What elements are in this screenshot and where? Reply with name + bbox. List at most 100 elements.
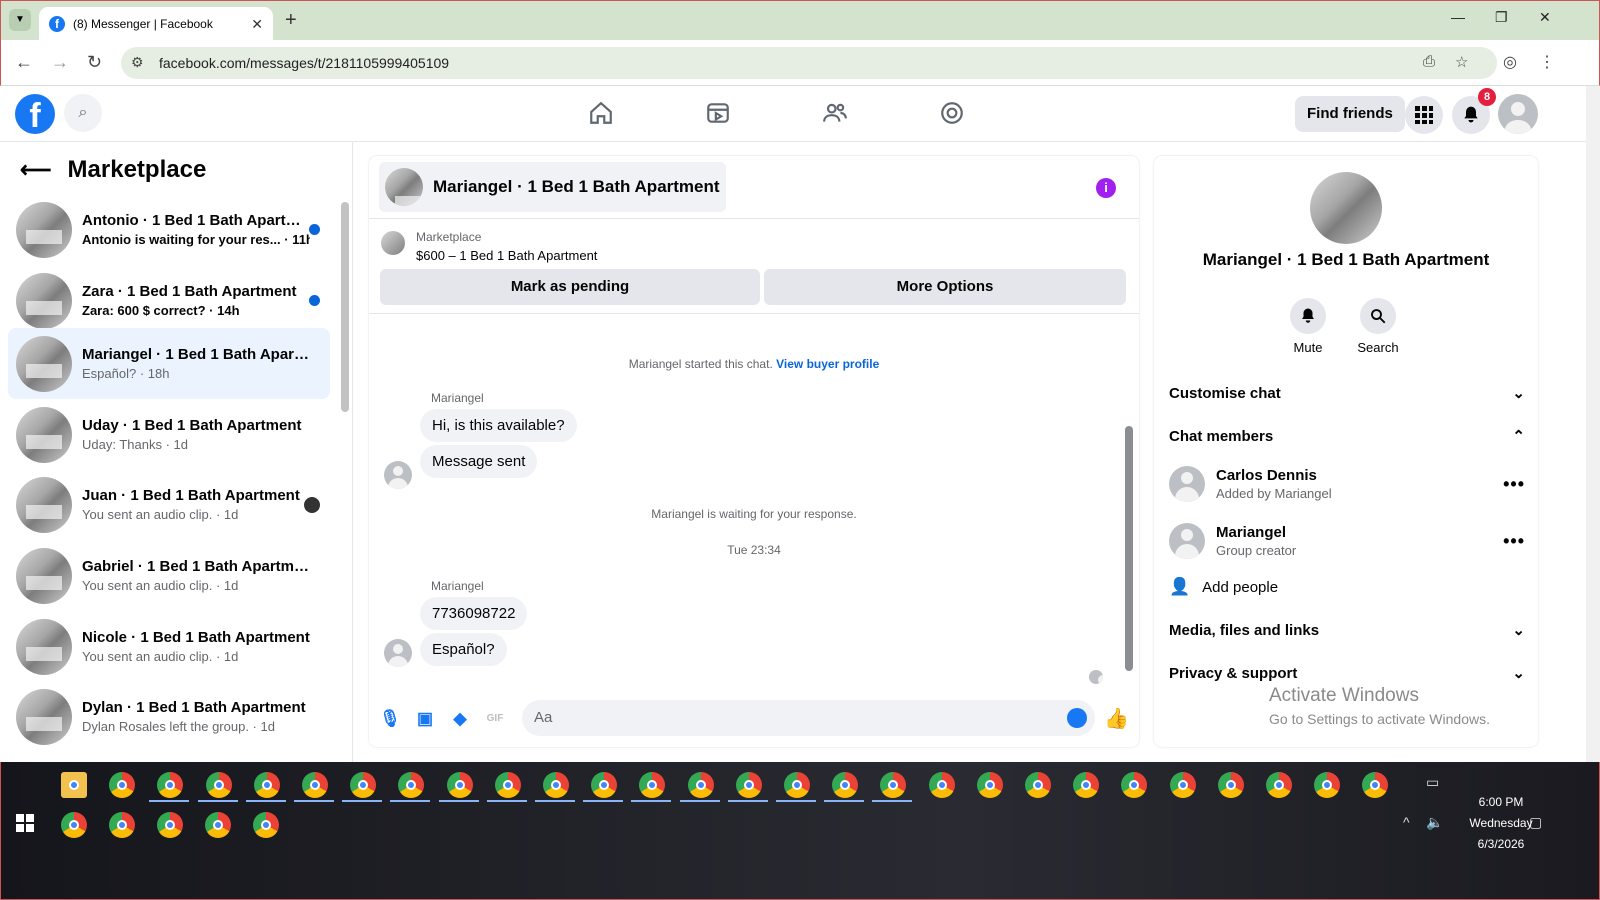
- chrome-window-icon[interactable]: [1121, 772, 1148, 798]
- chrome-window-icon[interactable]: [1025, 772, 1051, 798]
- privacy-support-row[interactable]: Privacy & support ⌄: [1169, 664, 1525, 683]
- chrome-window-icon[interactable]: [1169, 772, 1196, 798]
- chrome-window-icon[interactable]: [1266, 772, 1292, 798]
- search-icon[interactable]: ⌕: [64, 94, 102, 132]
- member-item[interactable]: Carlos Dennis Added by Mariangel •••: [1169, 462, 1525, 506]
- conversation-item[interactable]: Uday · 1 Bed 1 Bath Apartment Uday: Thank…: [8, 399, 330, 470]
- browser-tab[interactable]: f (8) Messenger | Facebook ✕: [39, 7, 273, 41]
- chrome-window-icon[interactable]: [109, 812, 135, 838]
- customise-chat-row[interactable]: Customise chat ⌄: [1169, 384, 1525, 403]
- view-buyer-profile-link[interactable]: View buyer profile: [776, 357, 879, 371]
- chat-scrollbar[interactable]: [1125, 426, 1133, 671]
- conversation-item[interactable]: Zara · 1 Bed 1 Bath Apartment Zara: 600 $…: [8, 265, 330, 336]
- media-files-links-row[interactable]: Media, files and links ⌄: [1169, 621, 1525, 640]
- chrome-window-icon[interactable]: [302, 772, 328, 798]
- chrome-window-icon[interactable]: [832, 772, 859, 798]
- chrome-window-icon[interactable]: [61, 812, 87, 838]
- microphone-icon[interactable]: 🎙: [379, 708, 401, 730]
- more-options-button[interactable]: More Options: [764, 269, 1126, 305]
- volume-icon[interactable]: 🔈: [1426, 814, 1443, 831]
- chrome-window-icon[interactable]: [784, 772, 810, 798]
- chrome-window-icon[interactable]: [1362, 772, 1389, 798]
- gif-icon[interactable]: GIF: [484, 708, 506, 730]
- install-app-icon[interactable]: ⎙: [1423, 53, 1435, 70]
- chrome-window-icon[interactable]: [253, 812, 279, 838]
- minimize-button[interactable]: —: [1451, 9, 1465, 25]
- conversation-item[interactable]: Dylan · 1 Bed 1 Bath Apartment Dylan Rosa…: [8, 681, 330, 752]
- listing-thumbnail-small[interactable]: [381, 231, 405, 255]
- chat-members-row[interactable]: Chat members ⌃: [1169, 427, 1525, 446]
- tab-search-button[interactable]: ▼: [9, 9, 31, 31]
- chat-avatar[interactable]: [1310, 172, 1382, 244]
- sender-avatar[interactable]: [384, 461, 412, 489]
- video-icon[interactable]: [701, 98, 735, 128]
- mute-button[interactable]: Mute: [1278, 298, 1338, 355]
- chat-header[interactable]: Mariangel · 1 Bed 1 Bath Apartment: [379, 162, 726, 212]
- chrome-window-icon[interactable]: [157, 772, 184, 798]
- chrome-window-icon[interactable]: [928, 772, 955, 798]
- chrome-window-icon[interactable]: [1217, 772, 1244, 798]
- chrome-window-icon[interactable]: [157, 812, 183, 838]
- apps-menu-icon[interactable]: [1405, 96, 1443, 134]
- chrome-window-icon[interactable]: [446, 772, 473, 798]
- search-button[interactable]: Search: [1348, 298, 1408, 355]
- chrome-window-icon[interactable]: [398, 772, 425, 798]
- more-options-icon[interactable]: •••: [1503, 474, 1525, 495]
- show-hidden-icons-icon[interactable]: ^: [1403, 814, 1410, 830]
- message-bubble[interactable]: 7736098722: [420, 597, 528, 630]
- sender-avatar[interactable]: [384, 639, 412, 667]
- chrome-window-icon[interactable]: [639, 772, 666, 798]
- chrome-window-icon[interactable]: [976, 772, 1003, 798]
- facebook-logo-icon[interactable]: f: [15, 94, 55, 135]
- like-thumb-icon[interactable]: 👍: [1104, 708, 1129, 730]
- account-avatar[interactable]: [1498, 94, 1538, 134]
- conversation-item[interactable]: Juan · 1 Bed 1 Bath Apartment You sent an…: [8, 469, 330, 540]
- bookmark-star-icon[interactable]: ☆: [1455, 53, 1468, 71]
- message-input[interactable]: Aa: [522, 700, 1095, 736]
- restore-button[interactable]: ❐: [1495, 9, 1508, 26]
- friends-icon[interactable]: [818, 98, 852, 128]
- home-icon[interactable]: [584, 98, 618, 128]
- message-bubble[interactable]: Hi, is this available?: [420, 409, 577, 442]
- message-bubble[interactable]: Message sent: [420, 445, 538, 478]
- close-tab-icon[interactable]: ✕: [251, 16, 263, 33]
- page-scrollbar[interactable]: [1586, 86, 1600, 762]
- back-arrow-icon[interactable]: ⟵: [20, 157, 52, 183]
- forward-icon[interactable]: →: [51, 52, 69, 73]
- system-clock[interactable]: 6:00 PM Wednesday 6/3/2026: [1456, 792, 1546, 855]
- conversation-item-active[interactable]: Mariangel · 1 Bed 1 Bath Apartm... Españo…: [8, 328, 330, 399]
- chrome-window-icon[interactable]: [880, 772, 907, 798]
- chrome-window-icon[interactable]: [350, 772, 377, 798]
- member-item[interactable]: Mariangel Group creator •••: [1169, 519, 1525, 563]
- find-friends-button[interactable]: Find friends: [1295, 96, 1405, 132]
- new-tab-button[interactable]: +: [285, 9, 297, 32]
- chrome-window-icon[interactable]: [687, 772, 714, 798]
- back-icon[interactable]: ←: [15, 52, 33, 73]
- emoji-icon[interactable]: [1067, 708, 1087, 728]
- windows-start-icon[interactable]: [16, 814, 34, 832]
- chrome-window-icon[interactable]: [735, 772, 762, 798]
- conversation-item[interactable]: Antonio · 1 Bed 1 Bath Apartm... Antonio …: [8, 194, 330, 265]
- chrome-window-icon[interactable]: [543, 772, 569, 798]
- sticker-icon[interactable]: ◆: [449, 708, 471, 730]
- mark-as-pending-button[interactable]: Mark as pending: [380, 269, 760, 305]
- chrome-window-icon[interactable]: [591, 772, 618, 798]
- chrome-window-icon[interactable]: [1073, 772, 1100, 798]
- chrome-window-icon[interactable]: [205, 772, 232, 798]
- message-bubble[interactable]: Español?: [420, 633, 507, 666]
- add-people-row[interactable]: 👤 Add people: [1169, 577, 1525, 597]
- site-info-icon[interactable]: ⚙: [131, 54, 144, 71]
- info-icon[interactable]: i: [1096, 178, 1116, 198]
- gaming-icon[interactable]: [935, 98, 969, 128]
- profile-icon[interactable]: ◎: [1503, 52, 1517, 72]
- address-bar[interactable]: ⚙ facebook.com/messages/t/21811059994051…: [121, 47, 1497, 79]
- sidebar-scrollbar[interactable]: [341, 202, 349, 412]
- listing-price-title[interactable]: $600 – 1 Bed 1 Bath Apartment: [416, 248, 597, 263]
- reload-icon[interactable]: ↻: [87, 52, 102, 73]
- chrome-window-icon[interactable]: [494, 772, 521, 798]
- conversation-item[interactable]: Nicole · 1 Bed 1 Bath Apartment You sent …: [8, 611, 330, 682]
- chrome-window-icon[interactable]: [1314, 772, 1341, 798]
- close-window-button[interactable]: ✕: [1539, 9, 1551, 26]
- photo-icon[interactable]: ▣: [414, 708, 436, 730]
- file-explorer-icon[interactable]: [61, 772, 87, 798]
